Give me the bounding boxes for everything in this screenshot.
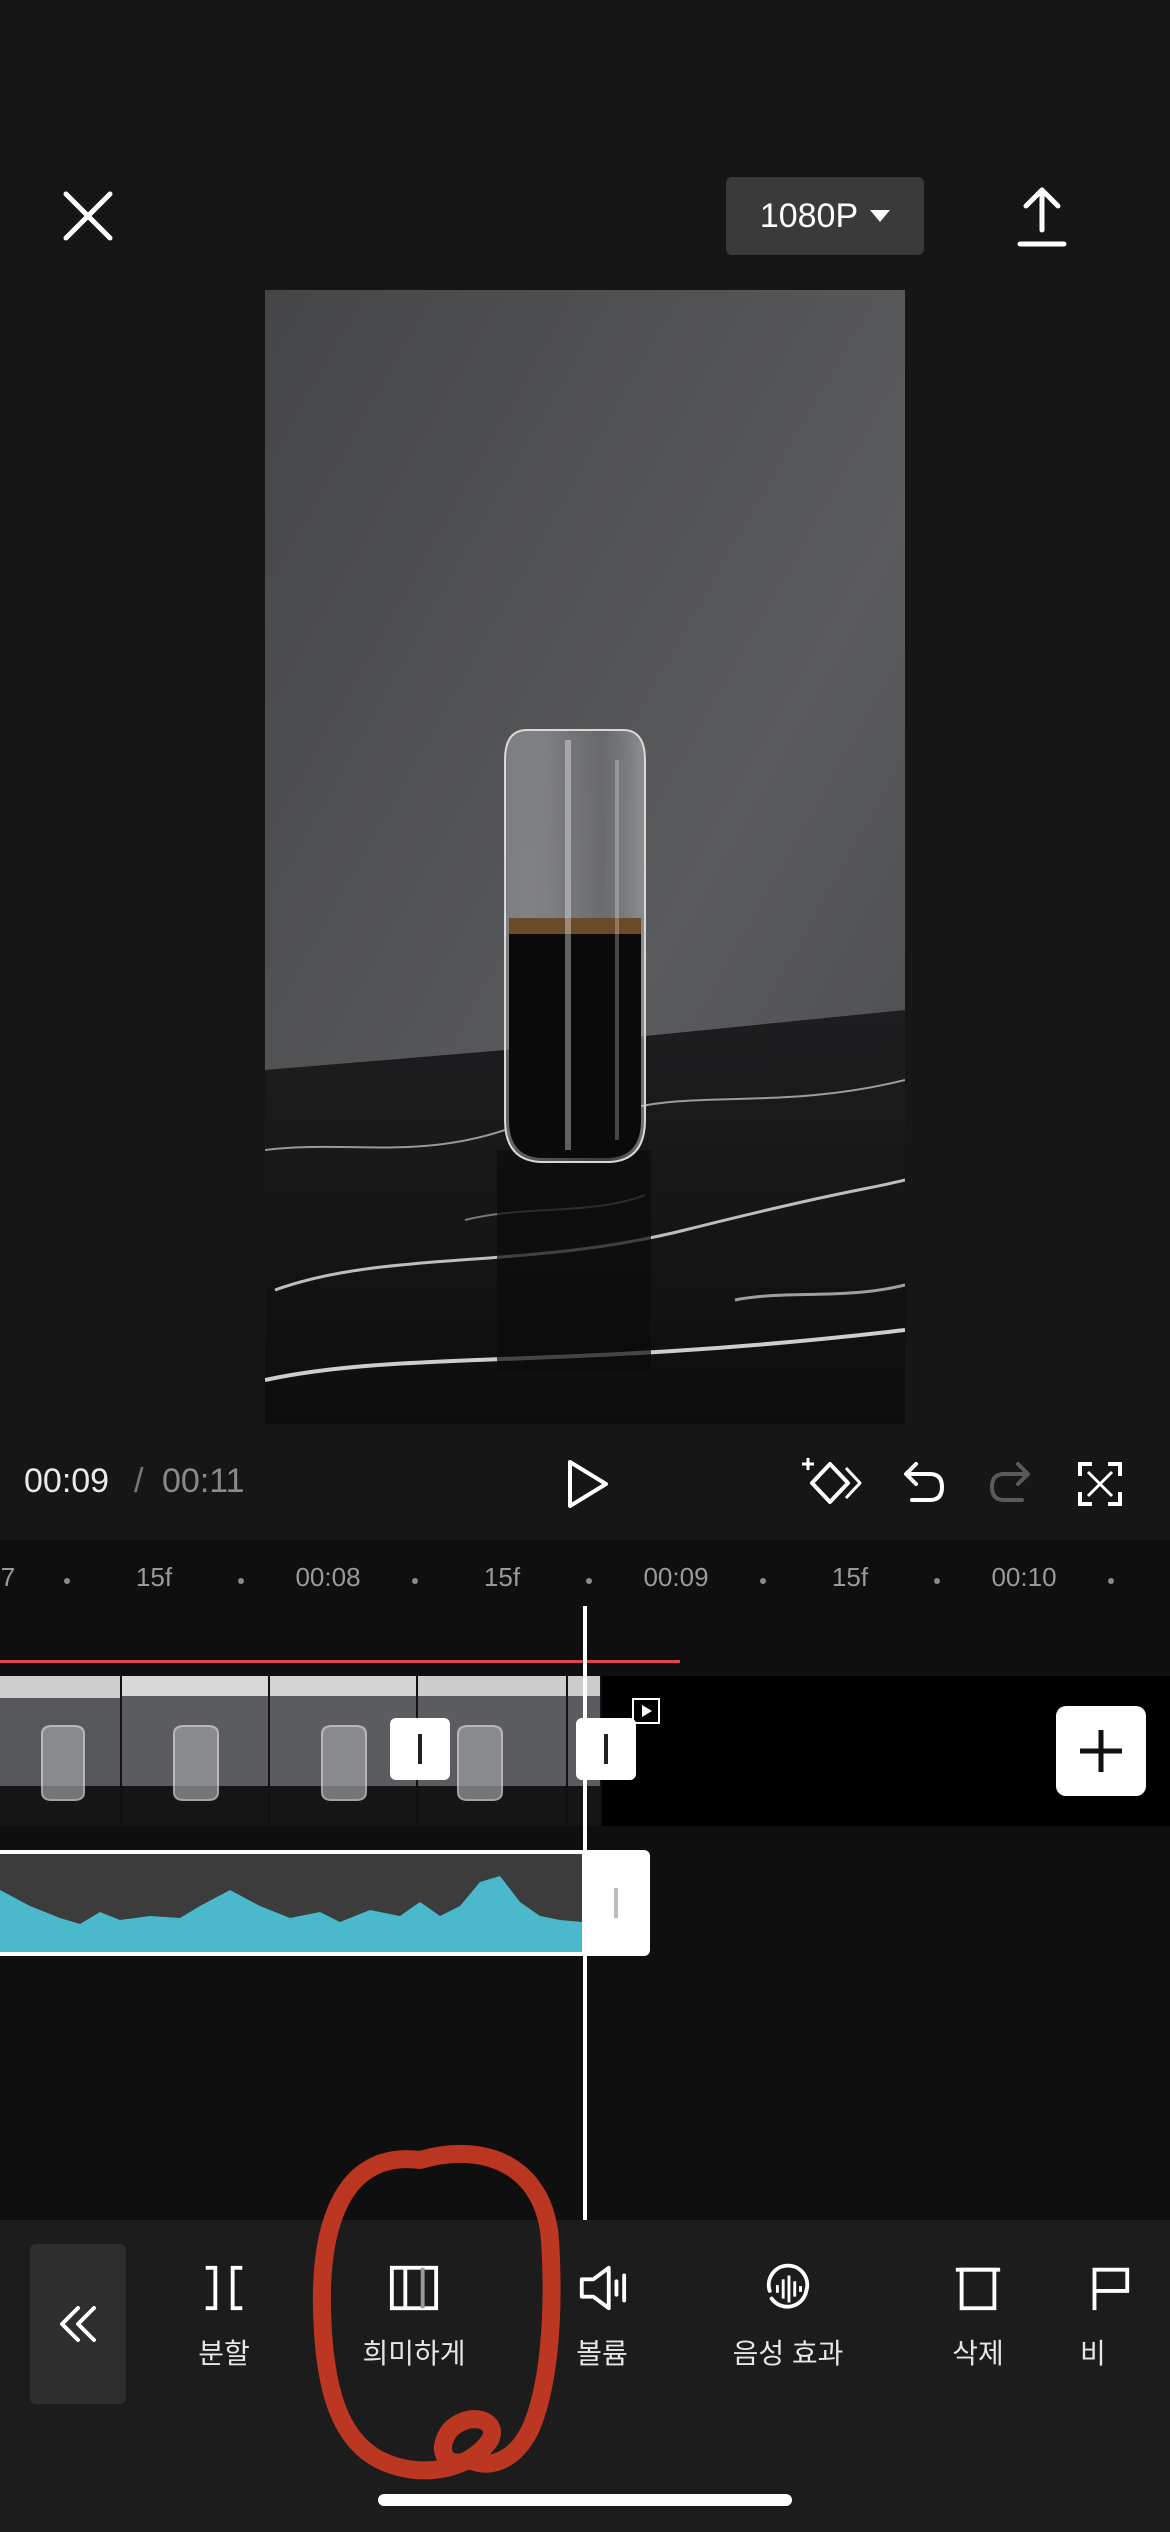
tool-voice-effect[interactable]: 음성 효과 <box>698 2262 878 2372</box>
play-button[interactable] <box>560 1456 614 1512</box>
ruler-dot <box>760 1578 766 1584</box>
export-button[interactable] <box>1004 176 1080 256</box>
caret-down-icon <box>870 210 891 222</box>
clip-thumbnail[interactable] <box>122 1676 270 1826</box>
handle-grip <box>614 1888 618 1918</box>
thumbnail-image <box>0 1676 120 1826</box>
volume-icon <box>579 2265 627 2311</box>
ruler-label: 7 <box>0 1562 16 1592</box>
video-preview[interactable] <box>265 290 905 1424</box>
handle-grip <box>604 1734 608 1764</box>
clip-thumbnail[interactable] <box>0 1676 122 1826</box>
tool-fade[interactable]: 희미하게 <box>324 2262 504 2372</box>
undo-button[interactable] <box>896 1456 948 1508</box>
play-badge-icon <box>632 1698 660 1724</box>
overlay-range-line <box>0 1660 680 1663</box>
ruler-label: 15f <box>831 1562 869 1592</box>
tool-volume[interactable]: 볼륨 <box>512 2262 692 2372</box>
current-time: 00:09 <box>24 1462 110 1500</box>
tool-label: 분할 <box>198 2338 250 2369</box>
audio-trim-handle[interactable] <box>582 1850 650 1956</box>
double-chevron-left-icon <box>60 2306 96 2342</box>
keyframe-button[interactable] <box>800 1454 864 1512</box>
close-icon <box>63 191 113 241</box>
redo-icon <box>989 1462 1030 1502</box>
redo-button[interactable] <box>986 1456 1038 1508</box>
ruler-label: 00:10 <box>991 1562 1057 1592</box>
fullscreen-button[interactable] <box>1076 1460 1124 1508</box>
play-icon <box>568 1460 608 1508</box>
tool-label: 볼륨 <box>576 2338 628 2369</box>
add-clip-button[interactable] <box>1056 1706 1146 1796</box>
more-icon <box>1092 2267 1130 2311</box>
ruler-dot <box>586 1578 592 1584</box>
tool-split[interactable]: 분할 <box>134 2262 314 2372</box>
close-button[interactable] <box>50 178 126 254</box>
transition-handle[interactable] <box>390 1718 450 1780</box>
plus-icon <box>1080 1730 1122 1772</box>
undo-icon <box>904 1462 945 1502</box>
audio-waveform <box>0 1876 582 1952</box>
total-time: 00:11 <box>162 1462 245 1500</box>
tool-label: 음성 효과 <box>732 2338 844 2369</box>
voice-effect-icon <box>766 2263 810 2309</box>
handle-grip <box>418 1734 422 1764</box>
delete-icon <box>955 2267 1001 2311</box>
ruler-dot <box>412 1578 418 1584</box>
tool-delete[interactable]: 삭제 <box>888 2262 1068 2372</box>
ruler-label: 00:08 <box>295 1562 361 1592</box>
ruler-dot <box>934 1578 940 1584</box>
time-separator: / <box>134 1462 144 1500</box>
audio-track[interactable] <box>0 1850 582 1956</box>
ruler-label: 00:09 <box>643 1562 709 1592</box>
split-icon <box>205 2265 243 2311</box>
ruler-dot <box>64 1578 70 1584</box>
keyframe-icon <box>802 1458 862 1504</box>
upload-icon <box>1017 187 1067 247</box>
back-button[interactable] <box>30 2244 126 2404</box>
tool-label: 희미하게 <box>362 2338 466 2369</box>
video-frame-image <box>265 290 905 1424</box>
tool-label: 삭제 <box>952 2338 1004 2369</box>
fullscreen-icon <box>1078 1462 1122 1506</box>
tool-label: 비 <box>1080 2338 1106 2369</box>
home-indicator <box>378 2494 792 2506</box>
playhead[interactable] <box>583 1606 587 2220</box>
resolution-label: 1080P <box>759 196 859 235</box>
ruler-label: 15f <box>483 1562 521 1592</box>
resolution-button[interactable]: 1080P <box>726 177 924 255</box>
fade-icon <box>389 2265 439 2311</box>
end-clip-marker <box>632 1698 660 1724</box>
ruler-dot <box>238 1578 244 1584</box>
thumbnail-image <box>122 1676 268 1826</box>
ruler-label: 15f <box>135 1562 173 1592</box>
tool-more[interactable]: 비 <box>1080 2262 1170 2372</box>
ruler-dot <box>1108 1578 1114 1584</box>
